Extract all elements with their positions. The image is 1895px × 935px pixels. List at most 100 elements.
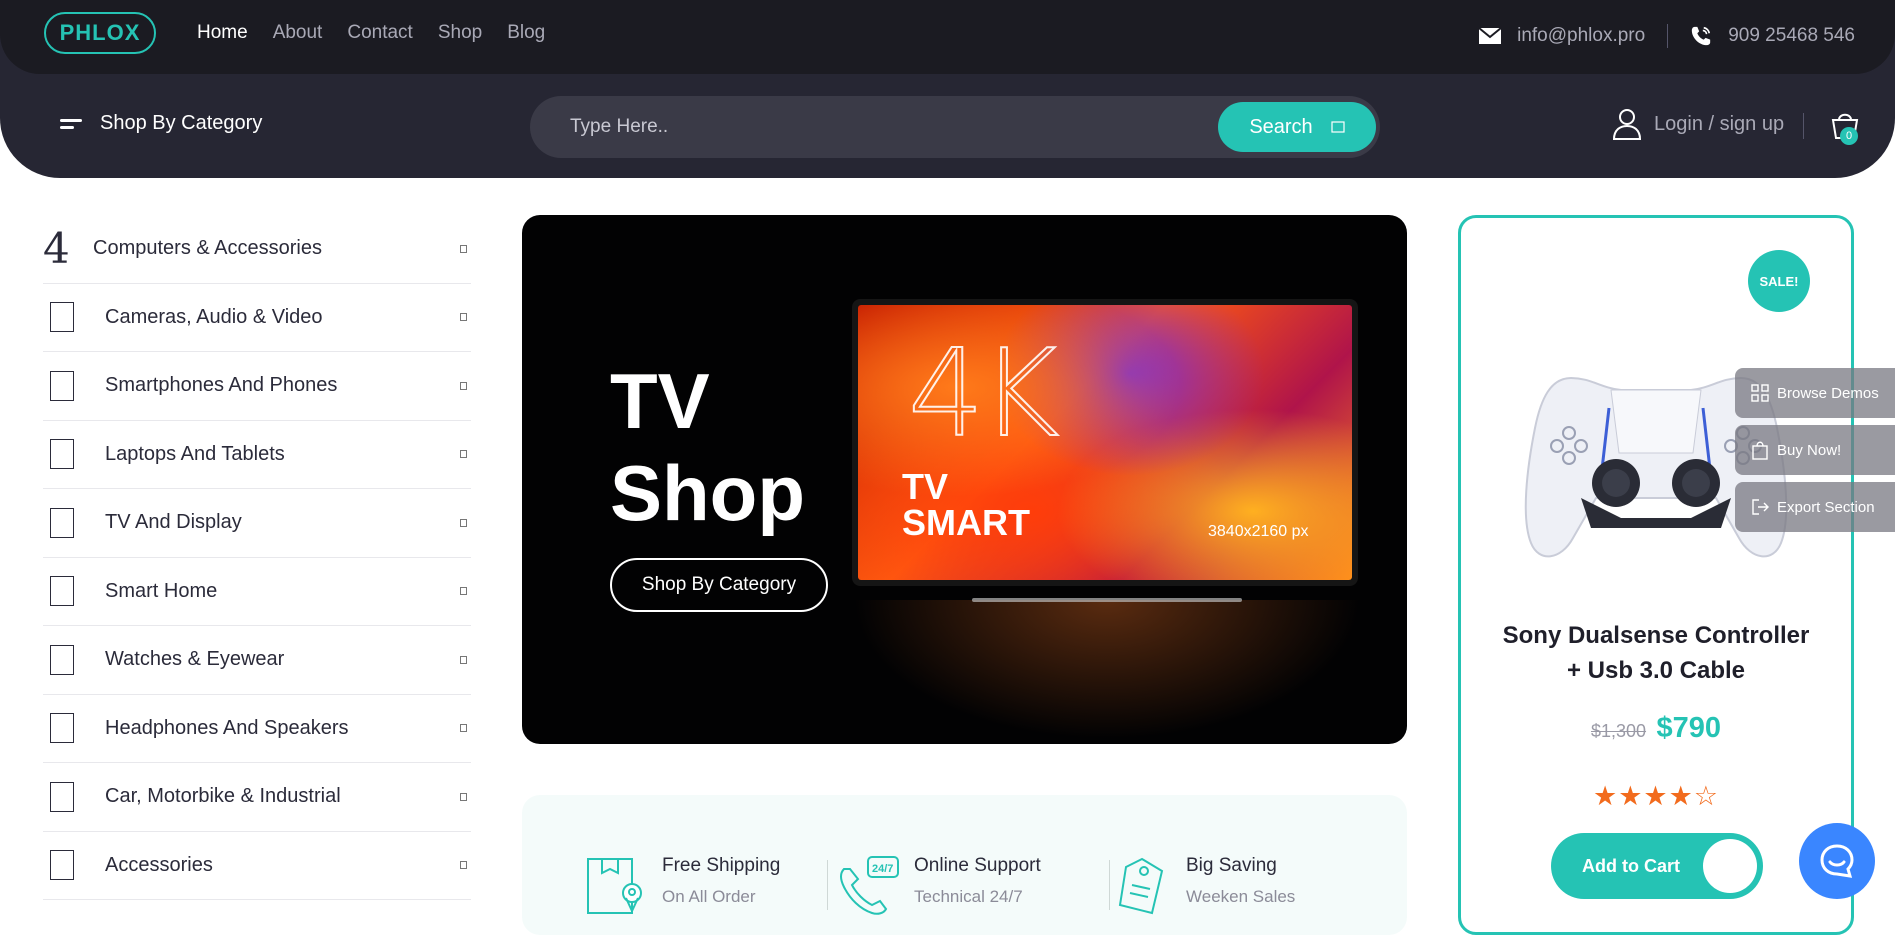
category-label: Cameras, Audio & Video (105, 305, 323, 328)
category-item[interactable]: Headphones And Speakers (43, 695, 471, 763)
chat-bubble-icon (1820, 844, 1854, 878)
features-strip: Free Shipping On All Order 24/7 Online S… (522, 795, 1407, 935)
nav-blog[interactable]: Blog (507, 22, 545, 44)
tv-reflection (852, 600, 1362, 740)
category-item[interactable]: Accessories (43, 832, 471, 900)
chevron-icon (460, 587, 467, 596)
product-card[interactable]: SALE! Sony Dualsense Controller + Usb 3.… (1458, 215, 1854, 935)
category-icon (50, 439, 74, 470)
category-icon (50, 644, 74, 675)
sale-price: $790 (1656, 712, 1722, 744)
category-label: Laptops And Tablets (105, 442, 285, 465)
product-title[interactable]: Sony Dualsense Controller + Usb 3.0 Cabl… (1461, 618, 1851, 688)
feature-divider (1109, 860, 1110, 910)
category-icon (50, 507, 74, 538)
nav-contact[interactable]: Contact (347, 22, 412, 44)
category-item[interactable]: Laptops And Tablets (43, 421, 471, 489)
category-label: Smartphones And Phones (105, 374, 338, 397)
hero-title-line1: TV (610, 357, 710, 445)
cart-count-badge: 0 (1840, 127, 1858, 145)
search-bar: Search (530, 96, 1380, 158)
bag-icon (1752, 441, 1768, 460)
shop-by-category-label: Shop By Category (100, 112, 263, 134)
search-button-label: Search (1249, 115, 1313, 138)
sale-badge: SALE! (1748, 250, 1810, 312)
feature-title: Free Shipping (662, 855, 781, 876)
category-sidebar: 4 Computers & Accessories Cameras, Audio… (43, 215, 471, 900)
feature-text: Big Saving Weeken Sales (1186, 855, 1295, 919)
contact-info: info@phlox.pro 909 25468 546 (1479, 24, 1855, 48)
search-input[interactable] (570, 114, 1170, 140)
shipping-box-icon (587, 858, 642, 914)
tv-4k-label: 4K (907, 324, 1060, 465)
feature-subtitle: On All Order (662, 887, 756, 906)
chevron-icon (460, 244, 467, 253)
tv-resolution-label: 3840x2160 px (1208, 523, 1309, 540)
tv-image: 4K TV SMART 3840x2160 px (852, 305, 1362, 595)
contact-email[interactable]: info@phlox.pro (1517, 25, 1645, 47)
shop-by-category-toggle[interactable]: Shop By Category (60, 112, 262, 135)
product-title-line2: + Usb 3.0 Cable (1566, 657, 1746, 684)
buy-now-button[interactable]: Buy Now! (1735, 425, 1895, 475)
cart-circle-icon (1703, 839, 1757, 893)
category-label: Headphones And Speakers (105, 716, 349, 739)
nav-shop[interactable]: Shop (438, 22, 482, 44)
category-item[interactable]: Cameras, Audio & Video (43, 284, 471, 352)
login-link[interactable]: Login / sign up (1612, 108, 1784, 140)
buy-now-label: Buy Now! (1777, 441, 1842, 459)
add-to-cart-button[interactable]: Add to Cart (1551, 833, 1763, 899)
browse-demos-label: Browse Demos (1777, 384, 1879, 402)
header: PHLOX Home About Contact Shop Blog info@… (0, 0, 1895, 178)
grid-icon (1751, 384, 1769, 402)
browse-demos-button[interactable]: Browse Demos (1735, 368, 1895, 418)
hero-banner: TV Shop Shop By Category 4K TV SMART 384… (522, 215, 1407, 744)
search-button[interactable]: Search (1218, 102, 1376, 152)
feature-big-saving: Big Saving Weeken Sales (1112, 855, 1295, 919)
category-label: Computers & Accessories (93, 237, 322, 260)
login-divider (1803, 113, 1804, 139)
category-item[interactable]: 4 Computers & Accessories (43, 215, 471, 284)
add-to-cart-label: Add to Cart (1582, 855, 1680, 876)
category-icon (50, 302, 74, 333)
svg-text:24/7: 24/7 (872, 863, 893, 875)
feature-subtitle: Technical 24/7 (914, 887, 1023, 906)
category-item[interactable]: Watches & Eyewear (43, 626, 471, 695)
product-price: $1,300 $790 (1461, 712, 1851, 745)
category-item[interactable]: TV And Display (43, 489, 471, 558)
category-item[interactable]: Smartphones And Phones (43, 352, 471, 421)
contact-phone[interactable]: 909 25468 546 (1728, 25, 1855, 47)
help-chat-button[interactable] (1799, 823, 1875, 899)
feature-text: Free Shipping On All Order (662, 855, 780, 919)
tv-smart-label: TV SMART (902, 469, 1030, 541)
chevron-icon (460, 655, 467, 664)
menu-icon (60, 118, 82, 129)
export-section-button[interactable]: Export Section (1735, 482, 1895, 532)
category-icon (50, 781, 74, 812)
old-price: $1,300 (1590, 721, 1647, 741)
phone-icon (1692, 26, 1711, 46)
hero-title: TV Shop (610, 355, 805, 539)
nav-home[interactable]: Home (197, 22, 248, 44)
envelope-icon (1479, 28, 1502, 44)
category-item[interactable]: Smart Home (43, 558, 471, 626)
category-icon (50, 850, 74, 881)
category-icon (50, 370, 74, 401)
user-icon (1612, 109, 1642, 140)
logo[interactable]: PHLOX (44, 12, 156, 54)
chevron-icon (460, 724, 467, 733)
feature-free-shipping: Free Shipping On All Order (584, 855, 780, 919)
nav-about[interactable]: About (273, 22, 323, 44)
tv-smart-line2: SMART (902, 502, 1030, 543)
chevron-icon (460, 313, 467, 322)
rating-stars: ★★★★☆ (1592, 781, 1720, 811)
category-label: Car, Motorbike & Industrial (105, 785, 341, 808)
export-section-label: Export Section (1777, 498, 1875, 516)
category-label: Accessories (105, 853, 213, 876)
login-label: Login / sign up (1654, 112, 1785, 135)
chevron-icon (460, 792, 467, 801)
hero-shop-by-category-button[interactable]: Shop By Category (610, 558, 828, 612)
category-icon (50, 576, 74, 607)
chevron-icon (460, 381, 467, 390)
category-item[interactable]: Car, Motorbike & Industrial (43, 763, 471, 832)
chevron-icon (460, 518, 467, 527)
